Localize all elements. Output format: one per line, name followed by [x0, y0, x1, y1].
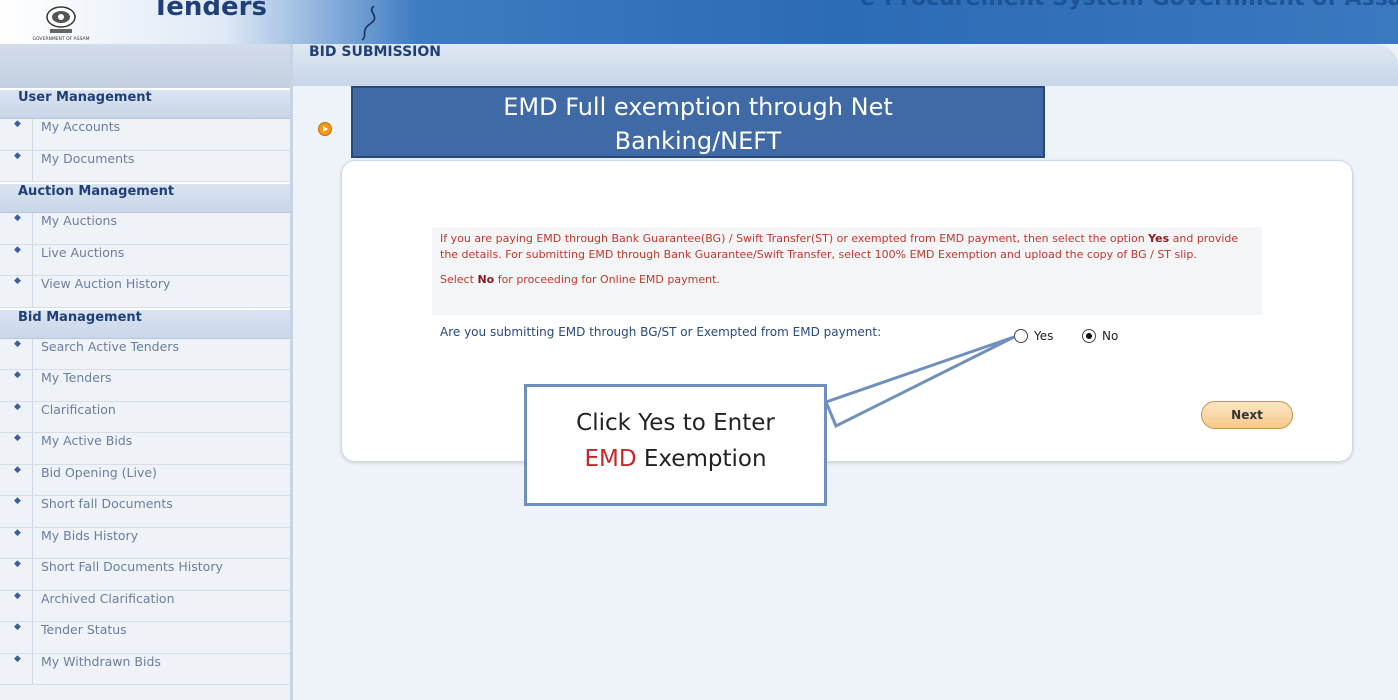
callout-line-2: EMD Exemption	[584, 446, 767, 472]
callout-line-1: Click Yes to Enter	[576, 410, 775, 436]
callout-pointer	[824, 335, 1015, 429]
instruction-callout: Click Yes to Enter EMD Exemption	[524, 384, 827, 506]
